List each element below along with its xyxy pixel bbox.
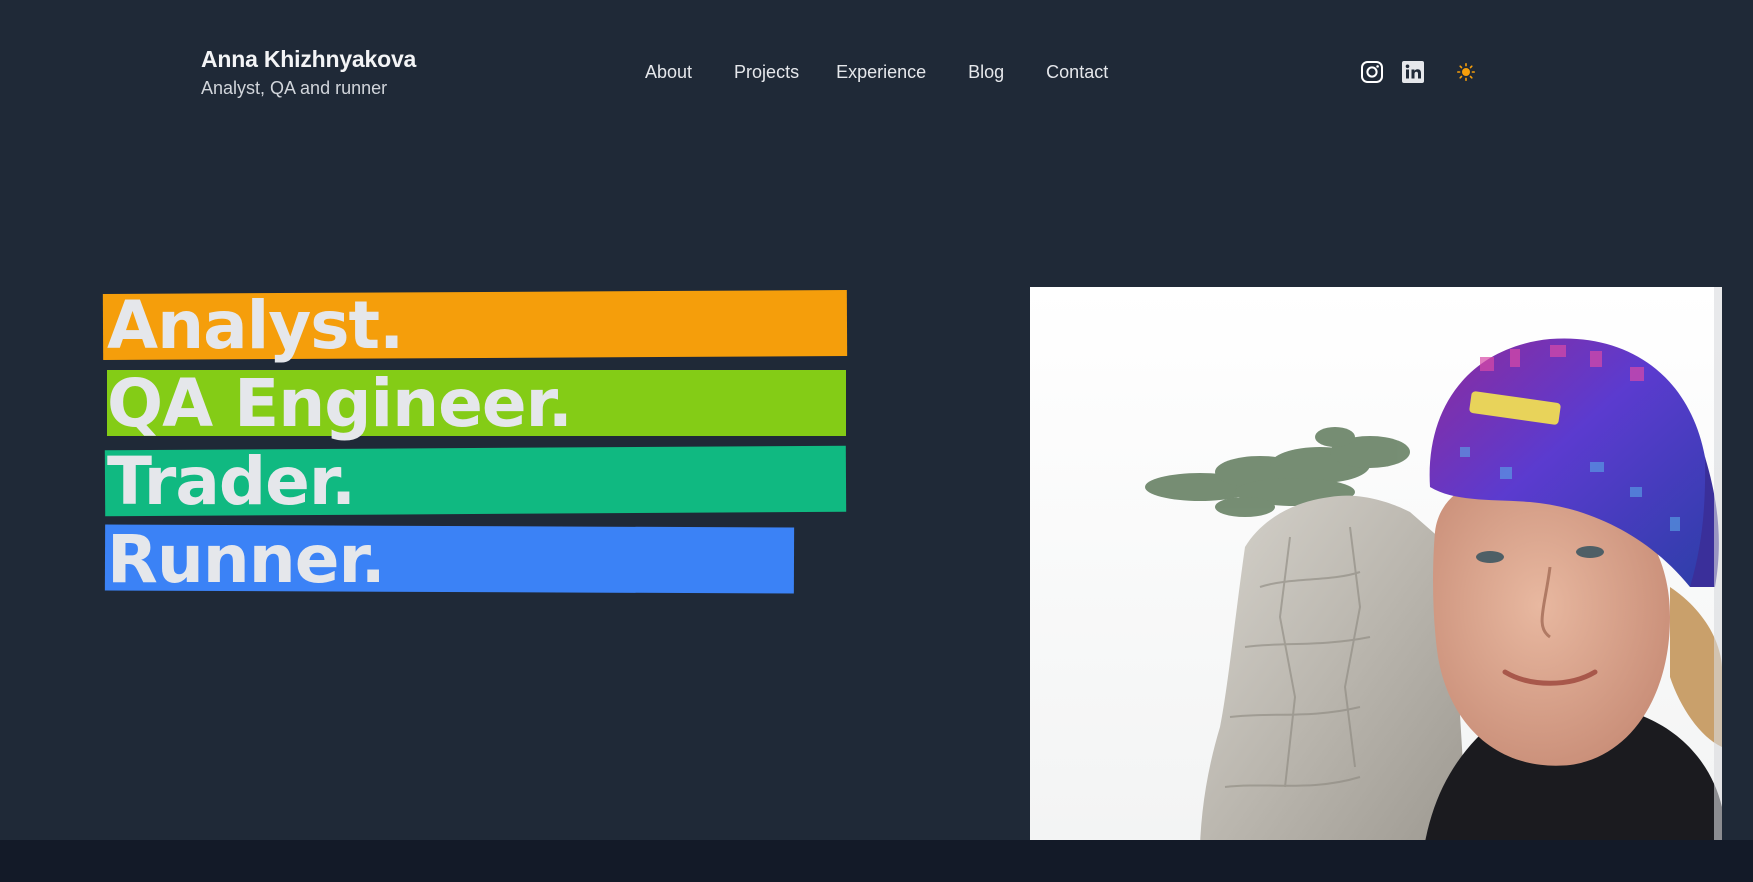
- hero-role-text: Runner.: [107, 521, 386, 598]
- brand: Anna Khizhnyakova Analyst, QA and runner: [201, 44, 416, 100]
- nav-link-blog[interactable]: Blog: [968, 60, 1004, 84]
- profile-photo: [1030, 287, 1722, 882]
- hero-role-text: QA Engineer.: [107, 365, 573, 442]
- nav-link-about[interactable]: About: [645, 60, 692, 84]
- hero-line-qa-engineer: QA Engineer.: [103, 366, 848, 448]
- sun-icon: [1457, 63, 1475, 81]
- nav-link-experience[interactable]: Experience: [836, 60, 926, 84]
- hero-line-runner: Runner.: [103, 522, 848, 604]
- linkedin-link[interactable]: [1401, 60, 1425, 84]
- site-tagline: Analyst, QA and runner: [201, 78, 388, 98]
- main-nav: About Projects Experience Blog Contact: [645, 60, 1108, 84]
- hero-line-analyst: Analyst.: [102, 288, 848, 370]
- hero-role-text: Analyst.: [107, 287, 404, 364]
- nav-link-contact[interactable]: Contact: [1046, 60, 1108, 84]
- page: Anna Khizhnyakova Analyst, QA and runner…: [0, 0, 1753, 882]
- hero-role-text: Trader.: [107, 443, 356, 520]
- instagram-link[interactable]: [1360, 60, 1384, 84]
- social-links: [1360, 60, 1478, 84]
- instagram-icon: [1361, 61, 1383, 83]
- linkedin-icon: [1402, 61, 1424, 83]
- footer-band: [0, 840, 1753, 882]
- hero-headline: Analyst. QA Engineer. Trader. Runner.: [102, 288, 848, 604]
- nav-link-projects[interactable]: Projects: [734, 60, 799, 84]
- profile-photo-illustration: [1030, 287, 1722, 882]
- hero-line-trader: Trader.: [103, 444, 848, 526]
- site-owner-name[interactable]: Anna Khizhnyakova: [201, 44, 416, 74]
- theme-toggle-button[interactable]: [1454, 60, 1478, 84]
